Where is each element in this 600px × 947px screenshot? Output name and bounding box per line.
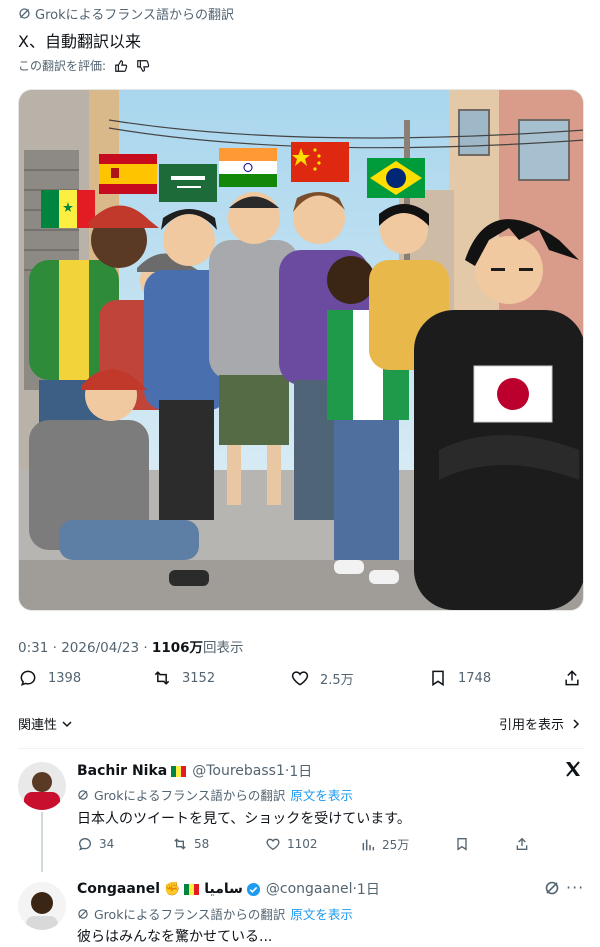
post-time[interactable]: 0:31 xyxy=(18,640,48,656)
flag-china xyxy=(291,142,349,182)
bookmark-icon xyxy=(457,838,467,851)
flag-india xyxy=(219,148,277,187)
repost-button[interactable]: 3152 xyxy=(152,668,215,688)
flag-saudi xyxy=(159,164,217,202)
grok-icon xyxy=(78,789,88,800)
sort-replies[interactable]: 関連性 xyxy=(18,714,73,733)
bookmark-icon xyxy=(432,670,444,687)
meta-separator: · xyxy=(52,640,62,656)
repost-icon xyxy=(154,671,170,685)
like-icon xyxy=(266,838,280,851)
thumbs-down-icon[interactable] xyxy=(136,59,150,73)
senegal-flag-icon xyxy=(171,765,187,777)
chevron-down-icon xyxy=(62,720,72,727)
flag-spain xyxy=(99,154,157,194)
reply-author-name[interactable]: Bachir Nika xyxy=(77,763,167,779)
flag-brazil xyxy=(367,158,425,198)
post-text: X、自動翻訳以来 xyxy=(18,32,141,51)
reply-button[interactable]: 1398 xyxy=(18,668,81,688)
repost-count: 3152 xyxy=(182,670,216,686)
reply-time[interactable]: 1日 xyxy=(289,761,312,781)
views-label: 回表示 xyxy=(203,640,244,656)
repost-icon xyxy=(174,838,186,850)
share-icon xyxy=(516,837,528,850)
post-image[interactable] xyxy=(18,89,584,611)
quotes-label: 引用を表示 xyxy=(498,718,564,733)
grok-icon xyxy=(78,908,88,919)
reply-reply-button[interactable]: 34 xyxy=(77,836,114,852)
reply-icon xyxy=(20,670,36,686)
views-count: 1106 xyxy=(151,640,190,656)
share-button[interactable] xyxy=(562,668,582,688)
thumbs-up-icon[interactable] xyxy=(114,59,128,73)
sort-label: 関連性 xyxy=(18,718,58,733)
raised-fist-icon: ✊ xyxy=(164,881,181,897)
like-count: 2.5万 xyxy=(320,672,354,688)
more-icon[interactable]: ··· xyxy=(566,878,584,897)
x-logo-icon xyxy=(564,760,582,782)
reply-translation: Grokによるフランス語からの翻訳 原文を表示 xyxy=(77,904,353,923)
reply-views-count: 25万 xyxy=(382,838,410,852)
show-original-link[interactable]: 原文を表示 xyxy=(290,785,353,804)
reply-translation-label: Grokによるフランス語からの翻訳 xyxy=(94,907,286,922)
meta-separator: · xyxy=(143,640,152,656)
rate-label: この翻訳を評価: xyxy=(18,59,107,73)
rate-translation: この翻訳を評価: xyxy=(18,57,150,74)
avatar[interactable] xyxy=(18,762,66,810)
post-action-bar: 1398 3152 2.5万 1748 xyxy=(18,668,584,696)
grok-icon xyxy=(19,8,30,19)
divider xyxy=(18,748,584,749)
reply-bookmark-button[interactable] xyxy=(454,836,470,852)
thread-line xyxy=(41,812,43,872)
like-button[interactable]: 2.5万 xyxy=(290,668,354,688)
reply-share-button[interactable] xyxy=(514,836,530,852)
post-image-illustration xyxy=(19,90,583,610)
reply-header: Bachir Nika @Tourebass1 · 1日 xyxy=(77,761,312,781)
reply-header: Congaanel ✊ ساميا @congaanel · 1日 xyxy=(77,879,380,899)
view-quotes-link[interactable]: 引用を表示 xyxy=(499,714,582,733)
share-icon xyxy=(565,670,579,686)
reply-icon xyxy=(78,837,92,851)
reply-like-count: 1102 xyxy=(287,837,318,851)
reply-time[interactable]: 1日 xyxy=(357,879,380,899)
reply-like-button[interactable]: 1102 xyxy=(265,836,318,852)
reply-reply-count: 34 xyxy=(99,837,115,851)
reply-text: 日本人のツイートを見て、ショックを受けています。 xyxy=(77,811,411,827)
reply-translation: Grokによるフランス語からの翻訳 原文を表示 xyxy=(77,785,353,804)
show-original-link[interactable]: 原文を表示 xyxy=(290,904,353,923)
views-icon xyxy=(362,839,375,850)
reply-author-name-arabic: ساميا xyxy=(204,881,243,897)
flag-senegal xyxy=(41,190,95,228)
reply-repost-count: 58 xyxy=(194,837,210,851)
translation-label-text: Grokによるフランス語からの翻訳 xyxy=(35,8,234,23)
translation-label: Grokによるフランス語からの翻訳 xyxy=(18,4,234,23)
reply-translation-label: Grokによるフランス語からの翻訳 xyxy=(94,788,286,803)
verified-icon xyxy=(246,882,260,896)
post-meta: 0:31 · 2026/04/23 · 1106万回表示 xyxy=(18,636,244,656)
reply-repost-button[interactable]: 58 xyxy=(172,836,209,852)
reply-count: 1398 xyxy=(48,670,82,686)
reply-views-button[interactable]: 25万 xyxy=(360,836,409,853)
reply-text: 彼らはみんなを驚かせている... xyxy=(77,929,273,945)
reply-author-handle[interactable]: @congaanel xyxy=(266,881,353,897)
bookmark-button[interactable]: 1748 xyxy=(428,668,491,688)
avatar[interactable] xyxy=(18,882,66,930)
like-icon xyxy=(291,671,309,686)
reply-author-name[interactable]: Congaanel xyxy=(77,881,160,897)
views-unit: 万 xyxy=(189,640,204,656)
grok-icon[interactable] xyxy=(544,880,560,900)
bookmark-count: 1748 xyxy=(458,670,492,686)
reply-author-handle[interactable]: @Tourebass1 xyxy=(192,763,285,779)
chevron-right-icon xyxy=(573,718,580,729)
senegal-flag-icon xyxy=(184,883,200,895)
post-date[interactable]: 2026/04/23 xyxy=(61,640,139,656)
